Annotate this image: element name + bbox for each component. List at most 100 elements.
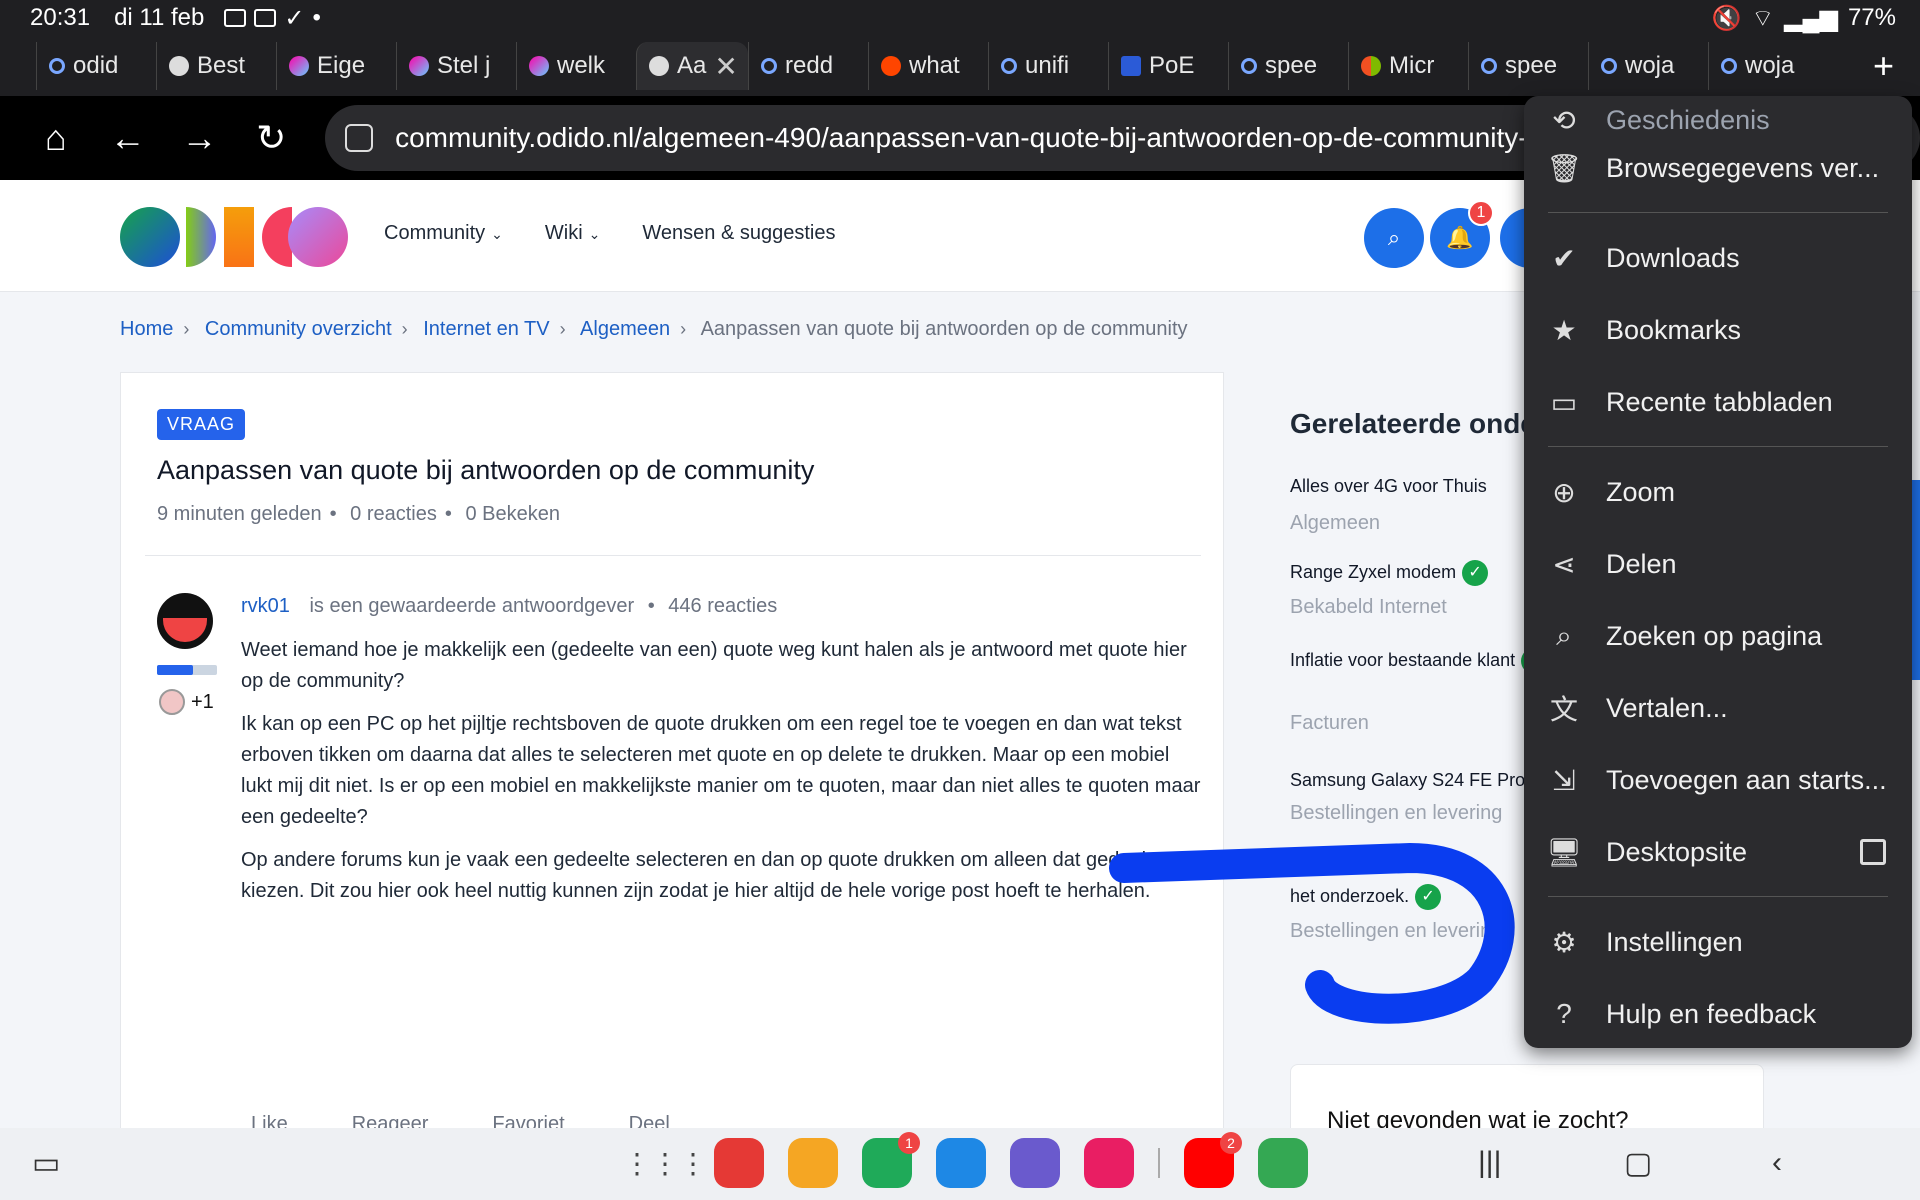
notification-badge: 1: [1468, 200, 1494, 226]
browser-tab[interactable]: what: [868, 42, 988, 90]
search-button[interactable]: ⌕: [1364, 208, 1424, 268]
browser-tab[interactable]: PoE: [1108, 42, 1228, 90]
notifications-button[interactable]: 🔔 1: [1430, 200, 1494, 268]
back-button[interactable]: ←: [92, 102, 164, 174]
close-icon[interactable]: ✕: [714, 50, 737, 83]
desktop-site-checkbox[interactable]: [1860, 839, 1886, 865]
reload-button[interactable]: ↻: [235, 102, 307, 174]
avatar[interactable]: [157, 593, 213, 649]
crumb-internet[interactable]: Internet en TV: [423, 318, 549, 340]
menu-item-desktopsite[interactable]: 🖥 Desktopsite: [1524, 822, 1912, 882]
browser-tab[interactable]: Stel j: [396, 42, 516, 90]
zoom-icon: ⊕: [1552, 476, 1576, 508]
solved-check-icon: ✓: [1415, 884, 1442, 910]
notes-app-icon[interactable]: [714, 1138, 764, 1188]
browser-tab[interactable]: Best: [156, 42, 276, 90]
crumb-home[interactable]: Home: [120, 318, 173, 340]
browser-tab[interactable]: welk: [516, 42, 636, 90]
author-status: is een gewaardeerde antwoordgever: [309, 595, 635, 617]
menu-item-zoom[interactable]: ⊕ Zoom: [1524, 462, 1912, 522]
menu-item-recente-tabbladen[interactable]: ▭ Recente tabbladen: [1524, 372, 1912, 432]
related-topic-link[interactable]: Samsung Galaxy S24 FE Pro: [1290, 770, 1550, 791]
date: di 11 feb: [114, 4, 205, 31]
forward-button[interactable]: →: [164, 102, 236, 174]
related-heading: Gerelateerde onde: [1290, 408, 1536, 439]
app-dock: ⋮⋮⋮ 1 2: [623, 1132, 1308, 1188]
menu-item-browsegegevens-ver[interactable]: 🗑 Browsegegevens ver...: [1524, 138, 1912, 198]
tab-label: spee: [1265, 52, 1318, 79]
browser-tab[interactable]: spee: [1228, 42, 1348, 90]
menu-item-downloads[interactable]: ✔ Downloads: [1524, 228, 1912, 288]
site-settings-icon[interactable]: [345, 124, 374, 152]
menu-item-vertalen[interactable]: 文 Vertalen...: [1524, 678, 1912, 738]
nav-wiki[interactable]: Wiki ⌄: [545, 222, 601, 245]
browser-tab[interactable]: woja: [1588, 42, 1708, 90]
post-card: VRAAG Aanpassen van quote bij antwoorden…: [120, 372, 1224, 1135]
internet-app-icon[interactable]: [1010, 1138, 1060, 1188]
browser-tab[interactable]: Micr: [1348, 42, 1468, 90]
related-topic-category: Algemeen: [1290, 512, 1381, 534]
files-app-icon[interactable]: [788, 1138, 838, 1188]
find-in-page-icon: ⌕: [1556, 619, 1572, 651]
menu-item-zoeken-op-pagina[interactable]: ⌕ Zoeken op pagina: [1524, 606, 1912, 666]
related-topic-link[interactable]: Inflatie voor bestaande klant✓: [1290, 648, 1550, 674]
browser-tab[interactable]: Aa ✕: [636, 42, 748, 90]
tab-label: Micr: [1389, 52, 1435, 79]
solved-check-icon: ✓: [1462, 560, 1489, 586]
new-tab-button[interactable]: +: [1873, 45, 1894, 87]
main-nav: Community ⌄ Wiki ⌄ Wensen & suggesties: [384, 222, 835, 245]
signal-icon: ▂▄▆: [1784, 4, 1838, 32]
odido-logo[interactable]: [120, 207, 348, 267]
translate-icon: 文: [1549, 694, 1578, 725]
browser-tab[interactable]: woja: [1708, 42, 1828, 90]
related-topic-link[interactable]: het onderzoek. ✓: [1290, 884, 1550, 910]
related-topic-link[interactable]: Range Zyxel modem ✓: [1290, 560, 1550, 586]
play-store-icon[interactable]: [1258, 1138, 1308, 1188]
menu-item-bookmarks[interactable]: ★ Bookmarks: [1524, 300, 1912, 360]
search-icon: [1601, 58, 1617, 74]
search-icon: [761, 58, 777, 74]
search-icon: [1001, 58, 1017, 74]
notification-icons: ✓ •: [224, 4, 321, 33]
messages-app-icon[interactable]: [936, 1138, 986, 1188]
browser-tab[interactable]: redd: [748, 42, 868, 90]
screenshot-icon[interactable]: ▭: [32, 1146, 60, 1181]
nav-community[interactable]: Community ⌄: [384, 222, 503, 245]
kudo-icon: [159, 689, 185, 715]
home-button[interactable]: ⌂: [20, 102, 92, 174]
history-icon: ⟲: [1552, 104, 1576, 136]
author-name[interactable]: rvk01: [241, 595, 290, 617]
youtube-app-icon[interactable]: 2: [1184, 1132, 1242, 1188]
devices-icon: ▭: [1550, 386, 1578, 418]
recents-button[interactable]: |||: [1478, 1146, 1501, 1180]
post-replies: 0 reacties: [350, 503, 437, 525]
green-app-icon[interactable]: 1: [862, 1132, 920, 1188]
menu-item-toevoegen-aan-starts[interactable]: ⇲ Toevoegen aan starts...: [1524, 750, 1912, 810]
browser-tab[interactable]: odid: [36, 42, 156, 90]
home-nav-button[interactable]: ▢: [1624, 1146, 1652, 1181]
app-drawer-icon[interactable]: ⋮⋮⋮: [623, 1138, 707, 1188]
back-nav-button[interactable]: ‹: [1772, 1146, 1782, 1180]
browser-tab[interactable]: spee: [1468, 42, 1588, 90]
menu-item-instellingen[interactable]: ⚙ Instellingen: [1524, 912, 1912, 972]
related-topic-link[interactable]: Alles over 4G voor Thuis: [1290, 476, 1550, 497]
menu-divider: [1548, 446, 1888, 447]
crumb-general[interactable]: Algemeen: [580, 318, 670, 340]
camera-app-icon[interactable]: [1084, 1138, 1134, 1188]
tab-label: unifi: [1025, 52, 1070, 79]
tab-label: PoE: [1149, 52, 1195, 79]
dock-separator: [1158, 1148, 1160, 1178]
desktop-icon: 🖥: [1546, 836, 1582, 868]
menu-divider: [1548, 896, 1888, 897]
trash-icon: 🗑: [1546, 152, 1582, 184]
menu-item-hulp-en-feedback[interactable]: ? Hulp en feedback: [1524, 984, 1912, 1044]
crumb-overview[interactable]: Community overzicht: [205, 318, 392, 340]
related-topic-category: Bekabeld Internet: [1290, 596, 1447, 618]
browser-tab[interactable]: Eige: [276, 42, 396, 90]
browser-tab[interactable]: unifi: [988, 42, 1108, 90]
menu-item-delen[interactable]: ⋖ Delen: [1524, 534, 1912, 594]
nav-wishes[interactable]: Wensen & suggesties: [642, 222, 835, 245]
rank-progress: [157, 665, 217, 675]
author-reactions: 446 reacties: [668, 595, 778, 617]
battery-level: 77%: [1847, 4, 1896, 31]
